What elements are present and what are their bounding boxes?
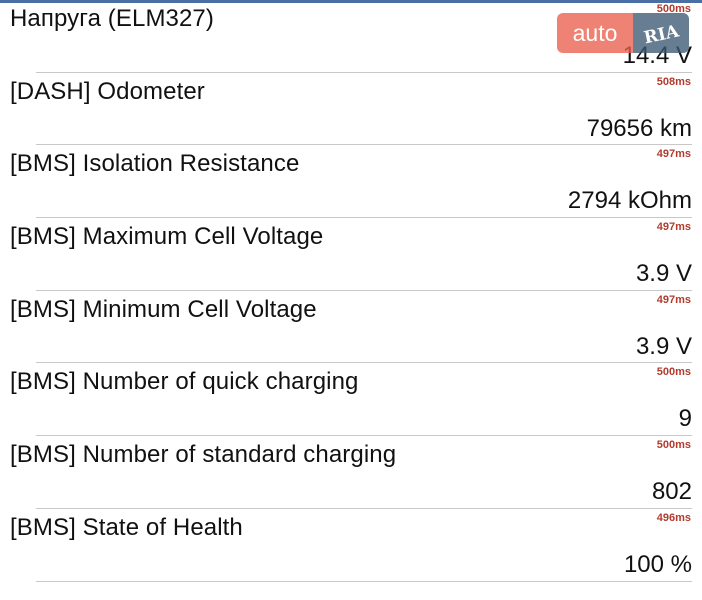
refresh-interval: 508ms (656, 75, 691, 88)
list-item[interactable]: [DASH] Odometer 508ms 79656 km (0, 73, 702, 146)
list-item[interactable]: [BMS] Number of standard charging 500ms … (0, 436, 702, 509)
refresh-interval: 500ms (656, 366, 691, 379)
list-item[interactable]: [BMS] Minimum Cell Voltage 497ms 3.9 V (0, 291, 702, 364)
sensor-list: Напруга (ELM327) 500ms 14.4 V [DASH] Odo… (0, 0, 702, 582)
sensor-value: 3.9 V (635, 260, 692, 288)
refresh-interval: 496ms (656, 511, 691, 524)
refresh-interval: 497ms (656, 293, 691, 306)
sensor-label: [BMS] State of Health (10, 513, 243, 541)
refresh-interval: 497ms (656, 221, 691, 234)
list-item[interactable]: [BMS] Maximum Cell Voltage 497ms 3.9 V (0, 218, 702, 291)
sensor-value: 79656 km (586, 114, 692, 142)
sensor-value: 100 % (623, 550, 692, 578)
sensor-label: [BMS] Minimum Cell Voltage (10, 295, 317, 323)
row-divider (36, 580, 692, 582)
list-item[interactable]: [BMS] Number of quick charging 500ms 9 (0, 363, 702, 437)
sensor-value: 14.4 V (622, 42, 692, 69)
sensor-label: [BMS] Number of quick charging (10, 368, 359, 396)
sensor-value: 3.9 V (635, 332, 692, 360)
list-item[interactable]: [BMS] Isolation Resistance 497ms 2794 kO… (0, 145, 702, 219)
sensor-label: [BMS] Isolation Resistance (10, 150, 300, 178)
refresh-interval: 500ms (656, 439, 691, 452)
sensor-value: 802 (651, 478, 692, 506)
sensor-value: 2794 kOhm (567, 187, 692, 215)
list-item[interactable]: Напруга (ELM327) 500ms 14.4 V (0, 0, 702, 73)
refresh-interval: 500ms (656, 3, 691, 15)
sensor-label: [BMS] Number of standard charging (10, 441, 397, 469)
sensor-value: 9 (678, 405, 692, 433)
sensor-label: [DASH] Odometer (10, 77, 205, 105)
refresh-interval: 497ms (656, 148, 691, 161)
sensor-label: [BMS] Maximum Cell Voltage (10, 223, 324, 251)
sensor-label: Напруга (ELM327) (10, 5, 214, 32)
list-item[interactable]: [BMS] State of Health 496ms 100 % (0, 509, 702, 582)
